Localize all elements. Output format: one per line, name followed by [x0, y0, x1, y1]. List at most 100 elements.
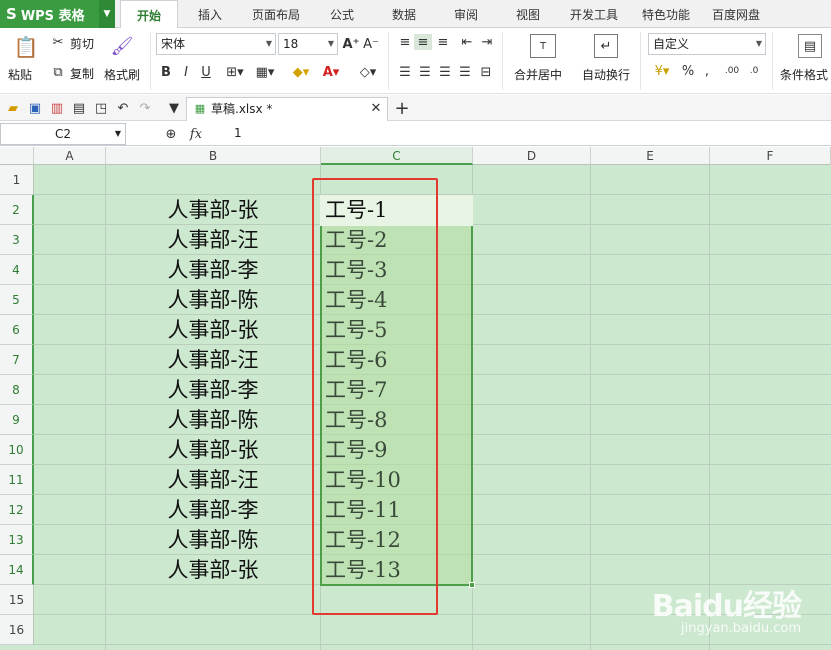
redo-icon[interactable]: ↷ [136, 100, 154, 116]
scissors-icon[interactable]: ✂ [50, 34, 66, 50]
align-middle-icon[interactable]: ≡ [414, 34, 432, 50]
tab-home[interactable]: 开始 [120, 0, 178, 29]
row-header[interactable]: 12 [0, 495, 34, 525]
row-header[interactable]: 3 [0, 225, 34, 255]
search-zoom-icon[interactable]: ⊕ [162, 125, 180, 143]
format-painter-icon[interactable]: 🖌 [110, 34, 134, 58]
align-top-icon[interactable]: ≡ [396, 34, 414, 50]
underline-icon[interactable]: U [198, 63, 214, 81]
cell-b10[interactable]: 人事部-张 [106, 435, 320, 465]
justify-icon[interactable]: ☰ [456, 64, 474, 80]
row-header[interactable]: 10 [0, 435, 34, 465]
decrease-indent-icon[interactable]: ⇤ [458, 34, 476, 50]
merge-center-icon[interactable]: T [530, 34, 556, 58]
bold-icon[interactable]: B [158, 63, 174, 81]
cell-b2[interactable]: 人事部-张 [106, 195, 320, 225]
cell-b7[interactable]: 人事部-汪 [106, 345, 320, 375]
cell-b13[interactable]: 人事部-陈 [106, 525, 320, 555]
tab-insert[interactable]: 插入 [188, 0, 232, 28]
increase-decimal-icon[interactable]: .00 [722, 62, 742, 80]
cell-b11[interactable]: 人事部-汪 [106, 465, 320, 495]
print-icon[interactable]: ▤ [70, 100, 88, 116]
tab-data[interactable]: 数据 [382, 0, 426, 28]
row-header[interactable]: 8 [0, 375, 34, 405]
chevron-down-icon[interactable]: ▼ [99, 0, 115, 28]
cell-b9[interactable]: 人事部-陈 [106, 405, 320, 435]
percent-icon[interactable]: % [680, 62, 696, 80]
tab-developer[interactable]: 开发工具 [564, 0, 624, 28]
undo-icon[interactable]: ↶ [114, 100, 132, 116]
currency-icon[interactable]: ¥▾ [650, 62, 674, 80]
font-size-select[interactable]: 18 ▼ [278, 33, 338, 55]
column-header-d[interactable]: D [473, 147, 591, 165]
formula-input[interactable]: 1 [234, 126, 242, 140]
row-header[interactable]: 5 [0, 285, 34, 315]
conditional-format-label[interactable]: 条件格式 [780, 66, 828, 83]
fill-pattern-icon[interactable]: ▦▾ [252, 63, 278, 81]
document-tab[interactable]: ▦ 草稿.xlsx * ✕ [186, 97, 388, 121]
column-header-e[interactable]: E [591, 147, 710, 165]
row-header[interactable]: 16 [0, 615, 34, 645]
increase-font-icon[interactable]: A⁺ [342, 35, 360, 53]
row-header[interactable]: 4 [0, 255, 34, 285]
app-menu-button[interactable]: S WPS 表格 ▼ [0, 0, 115, 28]
decrease-decimal-icon[interactable]: .0 [744, 62, 764, 80]
close-icon[interactable]: ✕ [369, 101, 383, 116]
italic-icon[interactable]: I [178, 63, 194, 81]
tab-view[interactable]: 视图 [506, 0, 550, 28]
paste-icon[interactable]: 📋 [12, 34, 40, 60]
cell-b3[interactable]: 人事部-汪 [106, 225, 320, 255]
row-header[interactable]: 15 [0, 585, 34, 615]
row-header[interactable]: 9 [0, 405, 34, 435]
align-left-icon[interactable]: ☰ [396, 64, 414, 80]
thousands-icon[interactable]: , [700, 62, 714, 80]
cut-button-label[interactable]: 剪切 [70, 35, 94, 52]
font-name-select[interactable]: 宋体 ▼ [156, 33, 276, 55]
increase-indent-icon[interactable]: ⇥ [478, 34, 496, 50]
row-header[interactable]: 14 [0, 555, 34, 585]
column-header-a[interactable]: A [34, 147, 106, 165]
name-box[interactable]: C2 ▼ [0, 123, 126, 145]
clear-format-icon[interactable]: ◇▾ [356, 63, 380, 81]
row-header[interactable]: 6 [0, 315, 34, 345]
row-header[interactable]: 1 [0, 165, 34, 195]
format-painter-label[interactable]: 格式刷 [104, 66, 140, 83]
fill-color-icon[interactable]: ◆▾ [288, 63, 314, 81]
fx-icon[interactable]: fx [184, 125, 208, 143]
open-folder-icon[interactable]: ▰ [4, 100, 22, 116]
tab-baidu-netdisk[interactable]: 百度网盘 [706, 0, 766, 28]
row-header[interactable]: 7 [0, 345, 34, 375]
conditional-format-icon[interactable]: ▤ [798, 34, 822, 58]
copy-button-label[interactable]: 复制 [70, 65, 94, 82]
chevron-down-icon[interactable]: ▼ [166, 100, 182, 116]
wrap-text-icon[interactable]: ↵ [594, 34, 618, 58]
column-header-b[interactable]: B [106, 147, 321, 165]
merge-center-label[interactable]: 合并居中 [514, 66, 562, 83]
cell-b6[interactable]: 人事部-张 [106, 315, 320, 345]
cell-b4[interactable]: 人事部-李 [106, 255, 320, 285]
copy-icon[interactable]: ⧉ [50, 64, 66, 80]
distribute-icon[interactable]: ⊟ [476, 64, 496, 80]
row-header[interactable]: 13 [0, 525, 34, 555]
print-preview-icon[interactable]: ◳ [92, 100, 110, 116]
new-tab-plus-icon[interactable]: + [392, 98, 412, 119]
row-header[interactable]: 11 [0, 465, 34, 495]
align-center-icon[interactable]: ☰ [416, 64, 434, 80]
select-all-corner[interactable] [0, 147, 34, 165]
decrease-font-icon[interactable]: A⁻ [362, 35, 380, 53]
wrap-text-label[interactable]: 自动换行 [582, 66, 630, 83]
row-header[interactable]: 2 [0, 195, 34, 225]
align-bottom-icon[interactable]: ≡ [434, 34, 452, 50]
fill-handle[interactable] [469, 582, 475, 588]
tab-special[interactable]: 特色功能 [636, 0, 696, 28]
save-icon[interactable]: ▣ [26, 100, 44, 116]
paste-button-label[interactable]: 粘贴 [8, 66, 32, 83]
column-header-c[interactable]: C [321, 147, 473, 165]
column-header-f[interactable]: F [710, 147, 831, 165]
cell-b14[interactable]: 人事部-张 [106, 555, 320, 585]
font-color-icon[interactable]: A▾ [318, 63, 344, 81]
export-pdf-icon[interactable]: ▥ [48, 100, 66, 116]
cell-b12[interactable]: 人事部-李 [106, 495, 320, 525]
cell-b5[interactable]: 人事部-陈 [106, 285, 320, 315]
border-icon[interactable]: ⊞▾ [222, 63, 248, 81]
